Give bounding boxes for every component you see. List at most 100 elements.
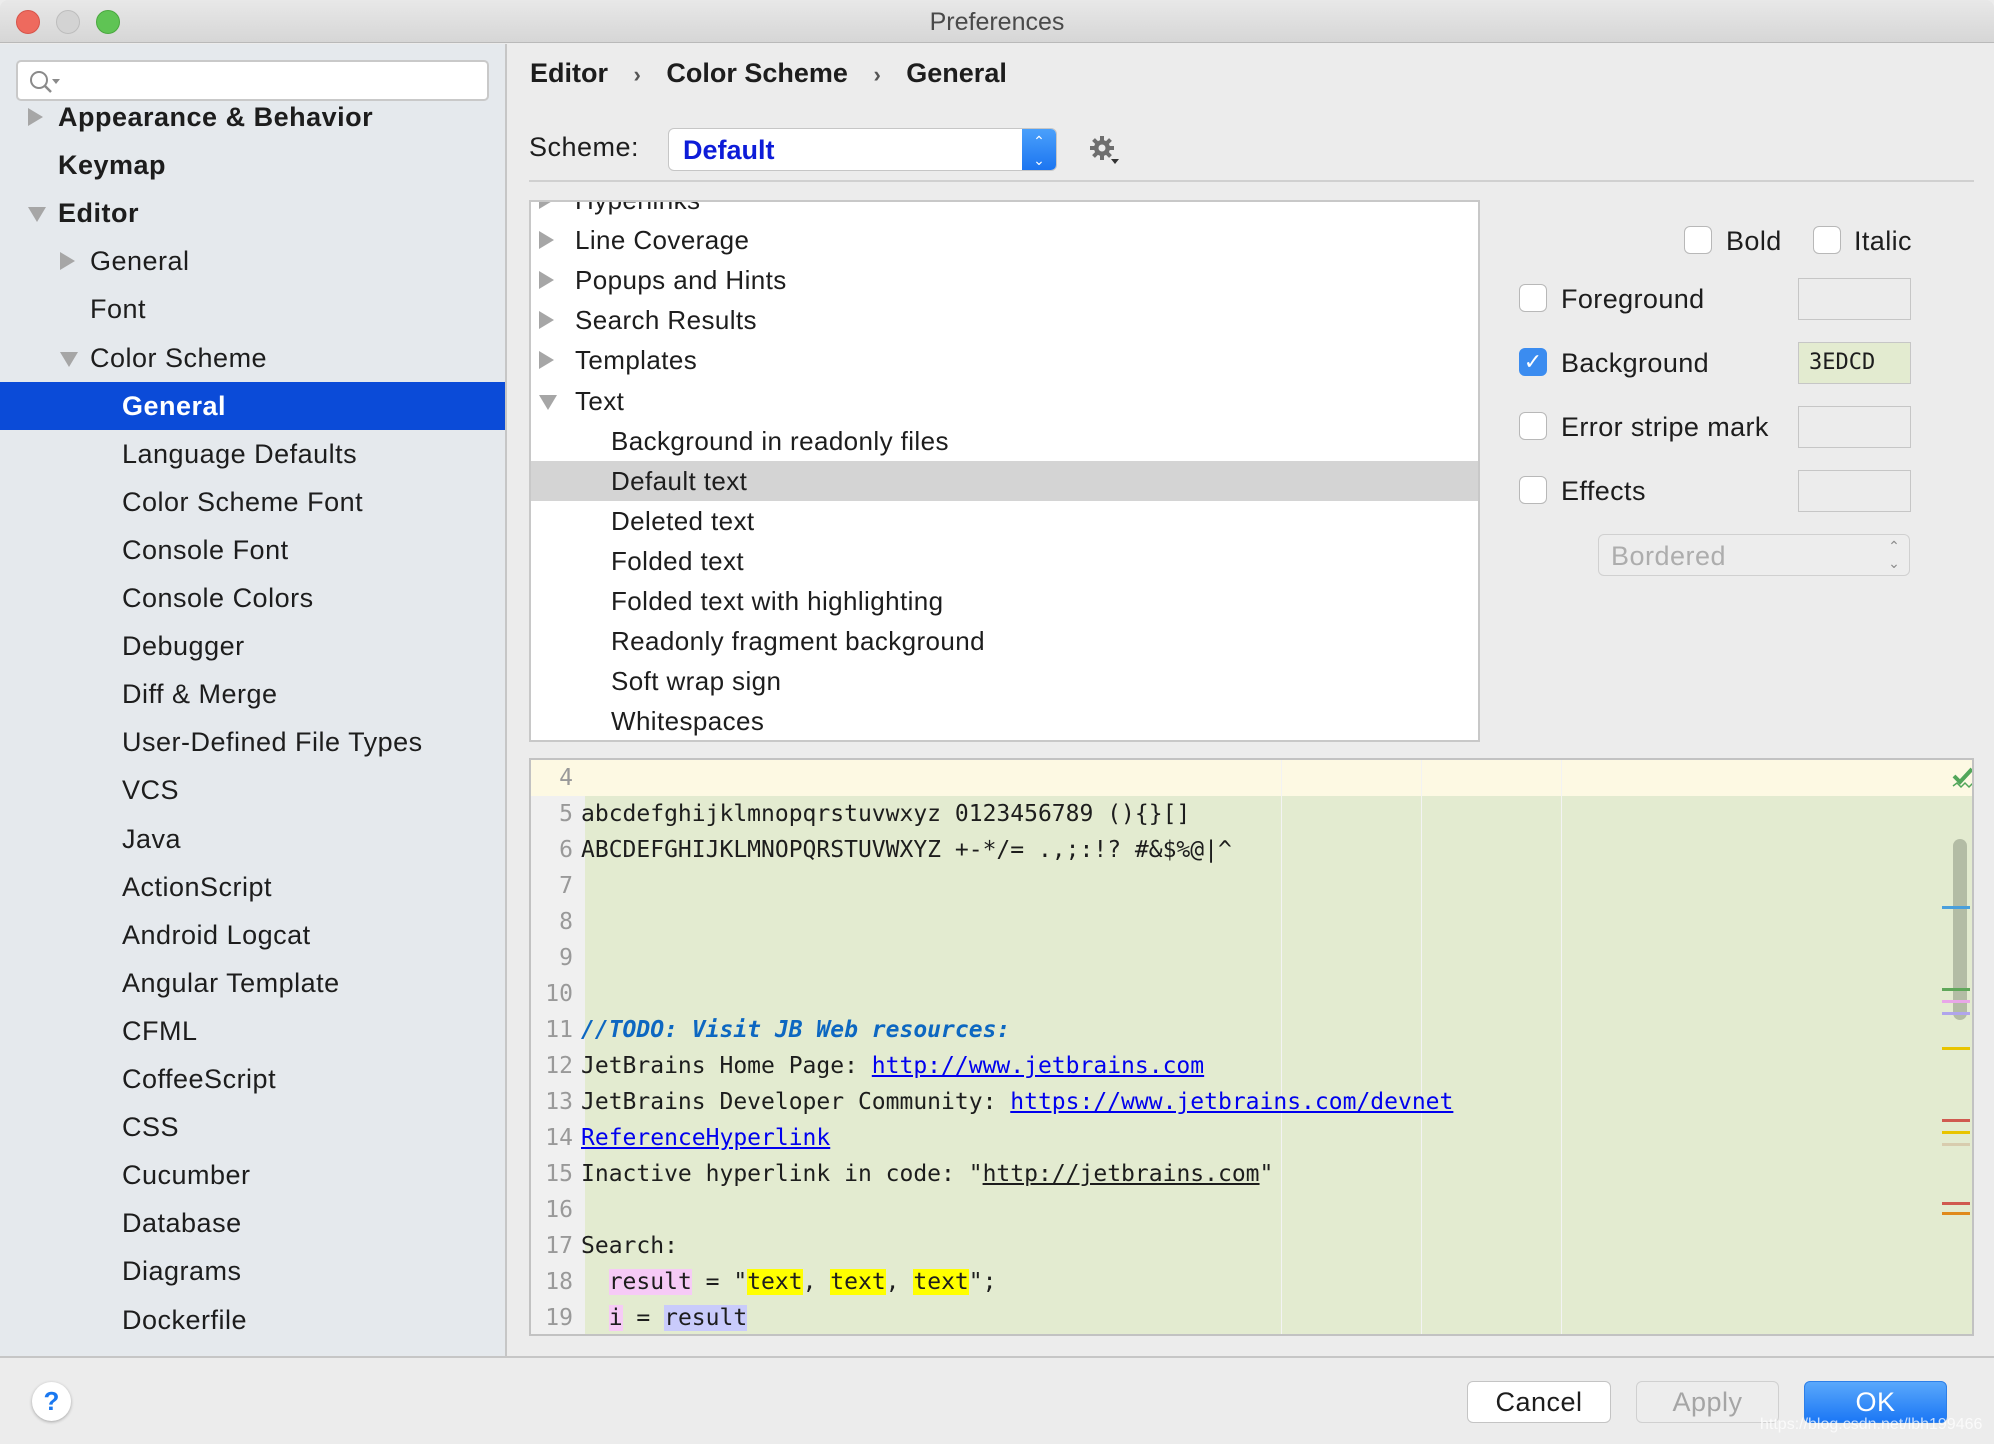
breadcrumb-editor[interactable]: Editor [530, 58, 608, 88]
inspection-ok-icon[interactable] [1951, 766, 1974, 790]
vertical-scrollbar[interactable] [1953, 839, 1967, 1020]
tree-row[interactable]: Background in readonly files [531, 421, 1478, 461]
hyperlink[interactable]: ReferenceHyperlink [581, 1125, 830, 1151]
sidebar-item[interactable]: Diff & Merge [0, 670, 505, 718]
error-stripe-mark[interactable] [1942, 1143, 1970, 1146]
tree-row[interactable]: Soft wrap sign [531, 661, 1478, 701]
sidebar-item[interactable]: Angular Template [0, 959, 505, 1007]
tree-row[interactable]: Default text [531, 460, 1478, 501]
error-stripe-mark[interactable] [1942, 1202, 1970, 1205]
effects-checkbox[interactable] [1519, 476, 1547, 504]
background-checkbox[interactable]: ✓ [1519, 348, 1547, 376]
sidebar-item[interactable]: User-Defined File Types [0, 718, 505, 766]
expand-arrow-icon[interactable] [539, 351, 554, 370]
error-stripe-mark[interactable] [1942, 1119, 1970, 1122]
sidebar-item-label: Color Scheme [90, 342, 268, 373]
tree-row-label: Hyperlinks [575, 200, 701, 215]
sidebar-item[interactable]: General [0, 381, 505, 430]
sidebar-item-label: Color Scheme Font [122, 486, 364, 517]
code-segment: JetBrains Home Page: [581, 1053, 872, 1079]
expand-arrow-icon[interactable] [539, 202, 554, 209]
collapse-arrow-icon[interactable] [28, 207, 46, 223]
hyperlink[interactable]: https://www.jetbrains.com/devnet [1010, 1089, 1453, 1115]
error-stripe-mark[interactable] [1942, 1212, 1970, 1215]
scheme-select[interactable]: Default ⌃ ⌄ [668, 128, 1057, 171]
sidebar-item[interactable]: Debugger [0, 622, 505, 670]
tree-row[interactable]: Templates [531, 340, 1478, 380]
error-stripe-mark[interactable] [1942, 1047, 1970, 1050]
sidebar-item[interactable]: Console Font [0, 526, 505, 574]
sidebar-item[interactable]: CSS [0, 1103, 505, 1151]
sidebar-item[interactable]: Console Colors [0, 574, 505, 622]
attributes-tree[interactable]: Hyperlinks Line Coverage Popups and Hints S… [529, 200, 1480, 742]
tree-row-label: Deleted text [611, 505, 755, 536]
highlighted-text: text [747, 1269, 803, 1295]
error-stripe-mark[interactable] [1942, 1012, 1970, 1015]
sidebar-item[interactable]: Android Logcat [0, 911, 505, 959]
bold-checkbox[interactable] [1684, 226, 1712, 254]
tree-row[interactable]: Folded text [531, 541, 1478, 581]
error-stripe-color-swatch[interactable] [1798, 406, 1911, 448]
tree-row[interactable]: Search Results [531, 300, 1478, 340]
sidebar-item[interactable]: Appearance & Behavior [0, 93, 505, 141]
sidebar-item[interactable]: Font [0, 285, 505, 333]
tree-row[interactable]: Whitespaces [531, 701, 1478, 740]
tree-row[interactable]: Hyperlinks [531, 200, 1478, 220]
error-stripe-mark[interactable] [1942, 1000, 1970, 1003]
foreground-color-swatch[interactable] [1798, 278, 1911, 320]
help-button[interactable]: ? [32, 1382, 71, 1421]
sidebar-item[interactable]: CoffeeScript [0, 1055, 505, 1103]
sidebar-item[interactable]: Java [0, 815, 505, 863]
effects-color-swatch[interactable] [1798, 470, 1911, 512]
error-stripe-checkbox[interactable] [1519, 412, 1547, 440]
code-segment: = " [691, 1269, 748, 1295]
sidebar-item[interactable]: Database [0, 1199, 505, 1247]
effect-type-select[interactable]: Bordered ⌃ ⌄ [1598, 534, 1910, 576]
expand-arrow-icon[interactable] [539, 271, 554, 290]
code-preview[interactable]: 4 5 abcdefghijklmnopqrstuvwxyz 0123456789 … [529, 758, 1974, 1336]
sidebar-item[interactable]: Keymap [0, 141, 505, 189]
sidebar-item[interactable]: Cucumber [0, 1151, 505, 1199]
code-text: Search: [581, 1228, 678, 1264]
sidebar-item[interactable]: Diagrams [0, 1247, 505, 1295]
sidebar-item[interactable]: VCS [0, 766, 505, 814]
sidebar-item[interactable]: Editor [0, 189, 505, 237]
tree-row[interactable]: Folded text with highlighting [531, 581, 1478, 621]
hyperlink[interactable]: http://www.jetbrains.com [872, 1053, 1204, 1079]
foreground-checkbox[interactable] [1519, 284, 1547, 312]
apply-button[interactable]: Apply [1636, 1381, 1779, 1423]
breadcrumb-color-scheme[interactable]: Color Scheme [666, 58, 848, 88]
expand-arrow-icon[interactable] [60, 252, 75, 271]
gear-icon[interactable] [1086, 133, 1122, 167]
sidebar-item[interactable]: General [0, 237, 505, 285]
tree-row[interactable]: Line Coverage [531, 220, 1478, 260]
italic-checkbox[interactable] [1813, 226, 1841, 254]
expand-arrow-icon[interactable] [539, 311, 554, 330]
highlighted-text: result [664, 1305, 748, 1331]
sidebar-item[interactable]: CFML [0, 1007, 505, 1055]
line-number: 16 [545, 1197, 573, 1223]
error-stripe-mark[interactable] [1942, 1131, 1970, 1134]
expand-arrow-icon[interactable] [28, 108, 43, 126]
line-number: 6 [559, 837, 573, 863]
sidebar-item[interactable]: Color Scheme [0, 334, 505, 382]
tree-row[interactable]: Deleted text [531, 501, 1478, 541]
sidebar-item[interactable]: Color Scheme Font [0, 478, 505, 526]
sidebar-item[interactable]: ActionScript [0, 863, 505, 911]
error-stripe-mark[interactable] [1942, 906, 1970, 909]
cancel-button[interactable]: Cancel [1467, 1381, 1611, 1423]
sidebar-item[interactable]: Dockerfile [0, 1296, 505, 1344]
expand-arrow-icon[interactable] [539, 231, 554, 250]
tree-row[interactable]: Text [531, 381, 1478, 421]
tree-row[interactable]: Popups and Hints [531, 260, 1478, 300]
sidebar-item-label: Java [122, 823, 182, 854]
collapse-arrow-icon[interactable] [60, 351, 78, 367]
search-icon [30, 71, 60, 93]
collapse-arrow-icon[interactable] [539, 394, 557, 410]
line-number: 12 [545, 1053, 573, 1079]
sidebar-item[interactable]: Language Defaults [0, 430, 505, 478]
error-stripe-mark[interactable] [1942, 988, 1970, 991]
tree-row[interactable]: Readonly fragment background [531, 621, 1478, 661]
background-color-swatch[interactable]: 3EDCD [1798, 342, 1911, 384]
